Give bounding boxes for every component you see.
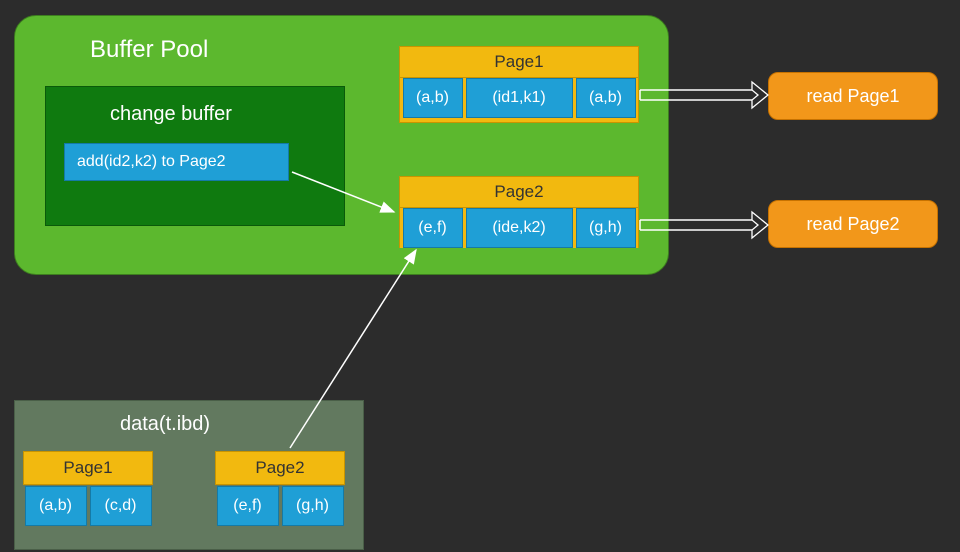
page2-cell-0: (e,f) — [403, 208, 463, 248]
change-buffer-entry: add(id2,k2) to Page2 — [64, 143, 289, 181]
buffer-pool-title: Buffer Pool — [90, 36, 208, 64]
buffer-page1-block: Page1 (a,b) (id1,k1) (a,b) — [399, 46, 639, 123]
disk-page2-cell-1: (g,h) — [282, 486, 344, 526]
disk-page1-header: Page1 — [23, 451, 153, 485]
change-buffer-title: change buffer — [110, 103, 232, 126]
buffer-pool-box: Buffer Pool change buffer add(id2,k2) to… — [14, 15, 669, 275]
page2-cell-2: (g,h) — [576, 208, 636, 248]
page1-cell-1: (id1,k1) — [466, 78, 573, 118]
disk-page1-cell-1: (c,d) — [90, 486, 152, 526]
page1-cell-0: (a,b) — [403, 78, 463, 118]
buffer-page1-footerbar — [399, 118, 639, 123]
disk-page2-cell-0: (e,f) — [217, 486, 279, 526]
buffer-page1-header: Page1 — [399, 46, 639, 78]
buffer-page2-block: Page2 (e,f) (ide,k2) (g,h) — [399, 176, 639, 248]
disk-page2-header: Page2 — [215, 451, 345, 485]
disk-page1-cells: (a,b) (c,d) — [23, 485, 153, 526]
page1-cell-2: (a,b) — [576, 78, 636, 118]
disk-page2-block: Page2 (e,f) (g,h) — [215, 451, 345, 526]
buffer-page1-cells: (a,b) (id1,k1) (a,b) — [399, 78, 639, 118]
page2-cell-1: (ide,k2) — [466, 208, 573, 248]
disk-page1-cell-0: (a,b) — [25, 486, 87, 526]
read-page1-button: read Page1 — [768, 72, 938, 120]
data-file-title: data(t.ibd) — [120, 413, 210, 436]
disk-page1-block: Page1 (a,b) (c,d) — [23, 451, 153, 526]
change-buffer-box: change buffer add(id2,k2) to Page2 — [45, 86, 345, 226]
read-page2-button: read Page2 — [768, 200, 938, 248]
disk-page2-cells: (e,f) (g,h) — [215, 485, 345, 526]
buffer-page2-header: Page2 — [399, 176, 639, 208]
buffer-page2-cells: (e,f) (ide,k2) (g,h) — [399, 208, 639, 248]
data-file-box: data(t.ibd) Page1 (a,b) (c,d) Page2 (e,f… — [14, 400, 364, 550]
